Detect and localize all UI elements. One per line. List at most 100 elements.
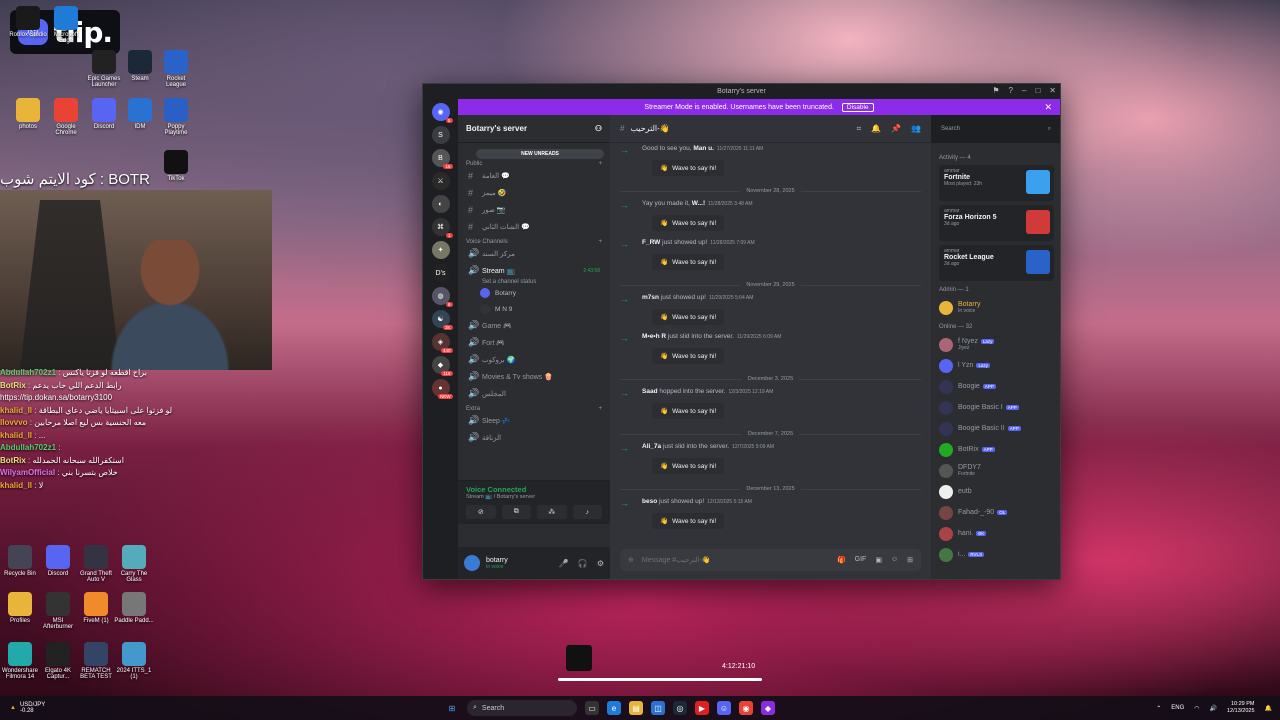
close-button[interactable]: ✕ (1049, 86, 1056, 95)
message-user[interactable]: Man u. (693, 145, 714, 152)
bell-icon[interactable]: 🔔 (871, 124, 881, 134)
desktop-icon[interactable]: Discord (84, 98, 124, 130)
gif-icon[interactable]: GIF (855, 556, 867, 564)
taskbar-search[interactable]: ⌕ Search (467, 700, 577, 716)
minimize-button[interactable]: – (1022, 86, 1026, 95)
server-icon[interactable]: D's (431, 264, 450, 282)
server-icon[interactable]: ◈ 440 (431, 333, 453, 353)
member-item[interactable]: f Nyez Lazy Jiyez (939, 334, 1054, 355)
message-user[interactable]: F_RW (642, 239, 660, 246)
server-icon[interactable]: ⚔ (431, 172, 450, 190)
youtube-icon[interactable]: ▶ (695, 701, 709, 715)
message-user[interactable]: m7sn (642, 294, 659, 301)
avatar[interactable] (464, 555, 480, 571)
server-icon[interactable]: ● NEW (431, 379, 453, 399)
stop-recording-button[interactable] (566, 645, 592, 671)
banner-close-icon[interactable]: ✕ (1044, 102, 1052, 113)
desktop-icon[interactable]: REMATCH BETA TEST (76, 642, 116, 680)
headphones-icon[interactable]: 🎧 (578, 559, 588, 568)
desktop-icon[interactable]: Recycle Bin (0, 545, 40, 577)
activity-card[interactable]: ammar Fortnite Most played: 23h (939, 165, 1054, 201)
inbox-icon[interactable]: ⚑ (992, 86, 999, 95)
desktop-icon[interactable]: MSI Afterburner (38, 592, 78, 630)
app-icon[interactable]: ◆ (761, 701, 775, 715)
notification-icon[interactable]: 🔔 (1265, 705, 1272, 712)
start-icon[interactable]: ⊞ (445, 701, 459, 715)
member-item[interactable]: Boogie Basic I APP (939, 397, 1054, 418)
camera-icon[interactable]: ⊘ (466, 505, 496, 519)
desktop-icon[interactable]: Poppy Playtime (156, 98, 196, 136)
voice-channel[interactable]: 🔊 الزناقة (458, 429, 610, 446)
server-icon[interactable]: ☯ 3K (431, 310, 453, 330)
message-user[interactable]: W...! (692, 200, 705, 207)
member-item[interactable]: hani. BK (939, 523, 1054, 544)
maximize-button[interactable]: □ (1035, 86, 1040, 95)
emoji-icon[interactable]: ☺ (891, 556, 898, 564)
member-item[interactable]: DFDY7 Fortnite (939, 460, 1054, 481)
member-item[interactable]: l Yzn Lazy (939, 355, 1054, 376)
voice-channel[interactable]: 🔊 Sleep 💤 (458, 412, 610, 429)
desktop-icon[interactable]: 2024 ITTS_1 (1) (114, 642, 154, 680)
sticker-icon[interactable]: ▣ (875, 556, 882, 564)
member-item[interactable]: BotRix APP (939, 439, 1054, 460)
member-item[interactable]: Boogie APP (939, 376, 1054, 397)
voice-channel[interactable]: 🔊 Movies & Tv shows 🍿 (458, 368, 610, 385)
clock[interactable]: 10:29 PM 12/13/2025 (1227, 701, 1255, 715)
server-icon[interactable]: ✦ (431, 241, 450, 259)
server-icon[interactable]: ◍ 9 (431, 287, 453, 307)
desktop-icon[interactable]: Roblox Studio (8, 6, 48, 38)
voice-channel[interactable]: 🔊 Fort 🎮 (458, 334, 610, 351)
desktop-icon[interactable]: Carry The Glass (114, 545, 154, 583)
server-icon[interactable]: ⌘ 1 (431, 218, 453, 238)
voice-channel[interactable]: 🔊 مركز السند (458, 245, 610, 262)
server-header[interactable]: Botarry's server ⚇ (458, 115, 610, 143)
desktop-icon[interactable]: Profiles (0, 592, 40, 624)
voice-user[interactable]: Botarry (458, 285, 610, 301)
desktop-icon[interactable]: FiveM (1) (76, 592, 116, 624)
pin-icon[interactable]: 📌 (891, 124, 901, 134)
message-user[interactable]: Ali_7a (642, 443, 661, 450)
plus-icon[interactable]: ⊕ (628, 556, 634, 564)
message-user[interactable]: beso (642, 498, 657, 505)
member-item[interactable]: Botarry In voice (939, 297, 1054, 318)
message-user[interactable]: M•e•h R (642, 333, 666, 340)
voice-channel[interactable]: 🔊 المجلس (458, 385, 610, 402)
text-channel[interactable]: # صور 📷 (458, 201, 610, 218)
chrome-icon[interactable]: ◉ (739, 701, 753, 715)
desktop-icon[interactable]: Steam (120, 50, 160, 82)
voice-channel-stream[interactable]: 🔊 Stream 📺 2:43:58 (458, 262, 610, 279)
apps-icon[interactable]: ⊞ (907, 556, 913, 564)
server-icon[interactable]: ◆ 116 (431, 356, 453, 376)
desktop-icon[interactable]: TikTok (156, 150, 196, 182)
activities-icon[interactable]: ⁂ (537, 505, 567, 519)
message-composer[interactable]: ⊕ Message #الترحيب-👋 🎁 GIF ▣ ☺ ⊞ (620, 549, 921, 571)
voice-channel[interactable]: 🔊 بروكوب 🌍 (458, 351, 610, 368)
desktop-icon[interactable]: Paddle Padd... (114, 592, 154, 624)
desktop-icon[interactable]: IDM (120, 98, 160, 130)
voice-connected-sub[interactable]: Stream 📺 / Botarry's server (466, 494, 602, 500)
progress-bar[interactable] (558, 678, 762, 681)
desktop-icon[interactable]: Rocket League (156, 50, 196, 88)
member-item[interactable]: Fahad-_-90 OL (939, 502, 1054, 523)
message-user[interactable]: Saad (642, 388, 658, 395)
file-explorer-icon[interactable]: ▤ (629, 701, 643, 715)
microphone-icon[interactable]: 🎤 (559, 559, 569, 568)
gear-icon[interactable]: ⚙ (597, 559, 604, 568)
member-item[interactable]: i... RVLS (939, 544, 1054, 565)
desktop-icon[interactable]: Discord (38, 545, 78, 577)
wave-button[interactable]: 👋 Wave to say hi! (652, 215, 725, 231)
chevron-up-icon[interactable]: ⌃ (1156, 705, 1161, 712)
wave-button[interactable]: 👋 Wave to say hi! (652, 458, 725, 474)
message-input[interactable]: Message #الترحيب-👋 (642, 556, 711, 564)
edge-icon[interactable]: e (607, 701, 621, 715)
desktop-icon[interactable]: Microsoft Edge (46, 6, 86, 44)
wave-button[interactable]: 👋 Wave to say hi! (652, 254, 725, 270)
volume-icon[interactable]: 🔊 (1210, 705, 1217, 712)
home-server-icon[interactable]: ◉ 5 (431, 103, 453, 123)
member-item[interactable]: Boogie Basic II APP (939, 418, 1054, 439)
add-member-icon[interactable]: ⚇ (595, 124, 602, 133)
desktop-icon[interactable]: photos (8, 98, 48, 130)
wave-button[interactable]: 👋 Wave to say hi! (652, 160, 725, 176)
desktop-icon[interactable]: Epic Games Launcher (84, 50, 124, 88)
text-channel[interactable]: # ميمز 🤣 (458, 184, 610, 201)
